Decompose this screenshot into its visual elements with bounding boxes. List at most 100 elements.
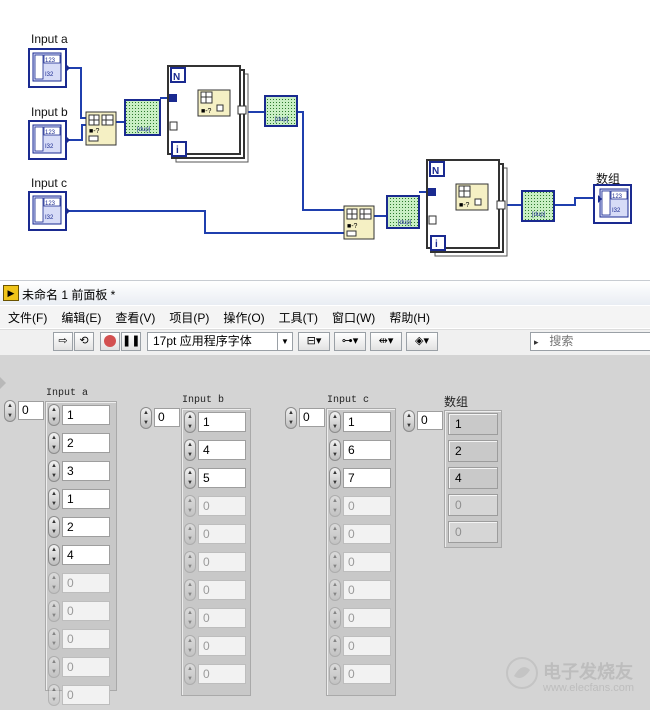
distribute-objects-button[interactable]: ⊶▾ bbox=[334, 332, 366, 351]
element-spinner-icon[interactable]: ▲ ▼ bbox=[48, 684, 60, 706]
wire-a bbox=[68, 67, 86, 119]
array-element-value[interactable]: 4 bbox=[198, 440, 246, 460]
pause-button[interactable]: ❚❚ bbox=[121, 332, 141, 351]
array-element-value[interactable]: 0 bbox=[198, 608, 246, 628]
element-spinner-icon[interactable]: ▲ ▼ bbox=[184, 607, 196, 629]
element-spinner-icon[interactable]: ▲ ▼ bbox=[329, 607, 341, 629]
reorder-button[interactable]: ◈▾ bbox=[406, 332, 438, 351]
element-spinner-icon[interactable]: ▲ ▼ bbox=[329, 439, 341, 461]
menu-edit[interactable]: 编辑(E) bbox=[53, 306, 107, 328]
array-element-value[interactable]: 6 bbox=[343, 440, 391, 460]
menu-window[interactable]: 窗口(W) bbox=[324, 306, 381, 328]
menu-tools[interactable]: 工具(T) bbox=[271, 306, 324, 328]
element-spinner-icon[interactable]: ▲ ▼ bbox=[184, 411, 196, 433]
input-a-index-value[interactable]: 0 bbox=[18, 401, 44, 420]
element-spinner-icon[interactable]: ▲ ▼ bbox=[184, 467, 196, 489]
menu-file[interactable]: 文件(F) bbox=[0, 306, 53, 328]
array-element-value[interactable]: 0 bbox=[343, 552, 391, 572]
output-diagram-label: 数组 bbox=[596, 172, 621, 186]
svg-text:[dup]: [dup] bbox=[137, 127, 151, 133]
array-element-value[interactable]: 4 bbox=[62, 545, 110, 565]
array-element-value[interactable]: 0 bbox=[62, 657, 110, 677]
element-spinner-icon[interactable]: ▲ ▼ bbox=[329, 663, 341, 685]
array-element-value[interactable]: 3 bbox=[62, 461, 110, 481]
array-element-value[interactable]: 0 bbox=[343, 496, 391, 516]
array-element-value[interactable]: 5 bbox=[198, 468, 246, 488]
input-c-diagram-label: Input c bbox=[31, 176, 68, 190]
wire-c bbox=[68, 210, 344, 234]
array-element-value[interactable]: 0 bbox=[343, 664, 391, 684]
element-spinner-icon[interactable]: ▲ ▼ bbox=[48, 460, 60, 482]
element-spinner-icon[interactable]: ▲ ▼ bbox=[329, 551, 341, 573]
element-spinner-icon[interactable]: ▲ ▼ bbox=[329, 467, 341, 489]
array-element-value[interactable]: 2 bbox=[62, 433, 110, 453]
align-objects-button[interactable]: ⊟▾ bbox=[298, 332, 330, 351]
element-spinner-icon[interactable]: ▲ ▼ bbox=[329, 579, 341, 601]
array-element-value[interactable]: 1 bbox=[198, 412, 246, 432]
element-spinner-icon[interactable]: ▲ ▼ bbox=[48, 600, 60, 622]
output-element: 2 bbox=[448, 440, 498, 462]
element-spinner-icon[interactable]: ▲ ▼ bbox=[329, 635, 341, 657]
array-element-value[interactable]: 2 bbox=[62, 517, 110, 537]
element-spinner-icon[interactable]: ▲ ▼ bbox=[184, 551, 196, 573]
element-spinner-icon[interactable]: ▲ ▼ bbox=[184, 439, 196, 461]
front-panel: Input a ▲ ▼ 0 ▲ ▼ 1 ▲ ▼ 2 ▲ ▼ 3 ▲ ▼ 1 ▲ ▼ 2 ▲ ▼ 4 ▲ ▼ 0 ▲ ▼ 0 ▲ ▼ 0… bbox=[0, 355, 650, 710]
index-spinner-icon[interactable]: ▲ ▼ bbox=[4, 400, 16, 422]
search-input[interactable] bbox=[547, 333, 642, 349]
array-element-value[interactable]: 0 bbox=[343, 580, 391, 600]
element-spinner-icon[interactable]: ▲ ▼ bbox=[184, 663, 196, 685]
reshape-node-2: [dup] bbox=[264, 95, 298, 127]
element-spinner-icon[interactable]: ▲ ▼ bbox=[48, 432, 60, 454]
run-arrow-icon[interactable]: ⇨ bbox=[53, 332, 73, 351]
element-spinner-icon[interactable]: ▲ ▼ bbox=[48, 516, 60, 538]
menu-help[interactable]: 帮助(H) bbox=[381, 306, 436, 328]
array-element-value[interactable]: 0 bbox=[198, 552, 246, 572]
element-spinner-icon[interactable]: ▲ ▼ bbox=[48, 544, 60, 566]
index-spinner-icon[interactable]: ▲ ▼ bbox=[140, 407, 152, 429]
resize-objects-button[interactable]: ⇹▾ bbox=[370, 332, 402, 351]
element-spinner-icon[interactable]: ▲ ▼ bbox=[48, 404, 60, 426]
element-spinner-icon[interactable]: ▲ ▼ bbox=[329, 411, 341, 433]
run-continuously-icon[interactable]: ⟲ bbox=[74, 332, 94, 351]
font-selector[interactable]: 17pt 应用程序字体 ▼ bbox=[147, 332, 293, 351]
array-element-value[interactable]: 0 bbox=[62, 629, 110, 649]
array-element-value[interactable]: 0 bbox=[198, 580, 246, 600]
input-b-index-value[interactable]: 0 bbox=[154, 408, 180, 427]
element-spinner-icon[interactable]: ▲ ▼ bbox=[184, 635, 196, 657]
wire-out bbox=[554, 197, 594, 206]
element-spinner-icon[interactable]: ▲ ▼ bbox=[184, 523, 196, 545]
element-spinner-icon[interactable]: ▲ ▼ bbox=[48, 656, 60, 678]
block-diagram: 123 I32 123 I32 123 I32 123 I32 ■-? [dup… bbox=[0, 0, 650, 272]
index-spinner-icon[interactable]: ▲ ▼ bbox=[285, 407, 297, 429]
array-element-value[interactable]: 0 bbox=[343, 608, 391, 628]
array-element-value[interactable]: 0 bbox=[62, 601, 110, 621]
array-element-value[interactable]: 0 bbox=[198, 524, 246, 544]
array-element-value[interactable]: 1 bbox=[343, 412, 391, 432]
menu-project[interactable]: 项目(P) bbox=[161, 306, 215, 328]
array-element-value[interactable]: 0 bbox=[198, 496, 246, 516]
array-element-value[interactable]: 0 bbox=[62, 573, 110, 593]
output-index-value[interactable]: 0 bbox=[417, 411, 443, 430]
menu-view[interactable]: 查看(V) bbox=[107, 306, 161, 328]
input-c-index-value[interactable]: 0 bbox=[299, 408, 325, 427]
menu-operate[interactable]: 操作(O) bbox=[215, 306, 270, 328]
array-element-value[interactable]: 1 bbox=[62, 489, 110, 509]
element-spinner-icon[interactable]: ▲ ▼ bbox=[48, 628, 60, 650]
element-spinner-icon[interactable]: ▲ ▼ bbox=[184, 495, 196, 517]
abort-button[interactable] bbox=[100, 332, 120, 351]
array-element-value[interactable]: 0 bbox=[343, 524, 391, 544]
element-spinner-icon[interactable]: ▲ ▼ bbox=[329, 495, 341, 517]
element-spinner-icon[interactable]: ▲ ▼ bbox=[329, 523, 341, 545]
array-element-value[interactable]: 0 bbox=[62, 685, 110, 705]
array-element-value[interactable]: 7 bbox=[343, 468, 391, 488]
element-spinner-icon[interactable]: ▲ ▼ bbox=[184, 579, 196, 601]
array-element-value[interactable]: 0 bbox=[198, 664, 246, 684]
array-element-value[interactable]: 0 bbox=[198, 636, 246, 656]
output-element: 1 bbox=[448, 413, 498, 435]
search-box[interactable]: ▸ bbox=[530, 332, 650, 351]
index-spinner-icon[interactable]: ▲ ▼ bbox=[403, 410, 415, 432]
element-spinner-icon[interactable]: ▲ ▼ bbox=[48, 572, 60, 594]
array-element-value[interactable]: 1 bbox=[62, 405, 110, 425]
element-spinner-icon[interactable]: ▲ ▼ bbox=[48, 488, 60, 510]
array-element-value[interactable]: 0 bbox=[343, 636, 391, 656]
